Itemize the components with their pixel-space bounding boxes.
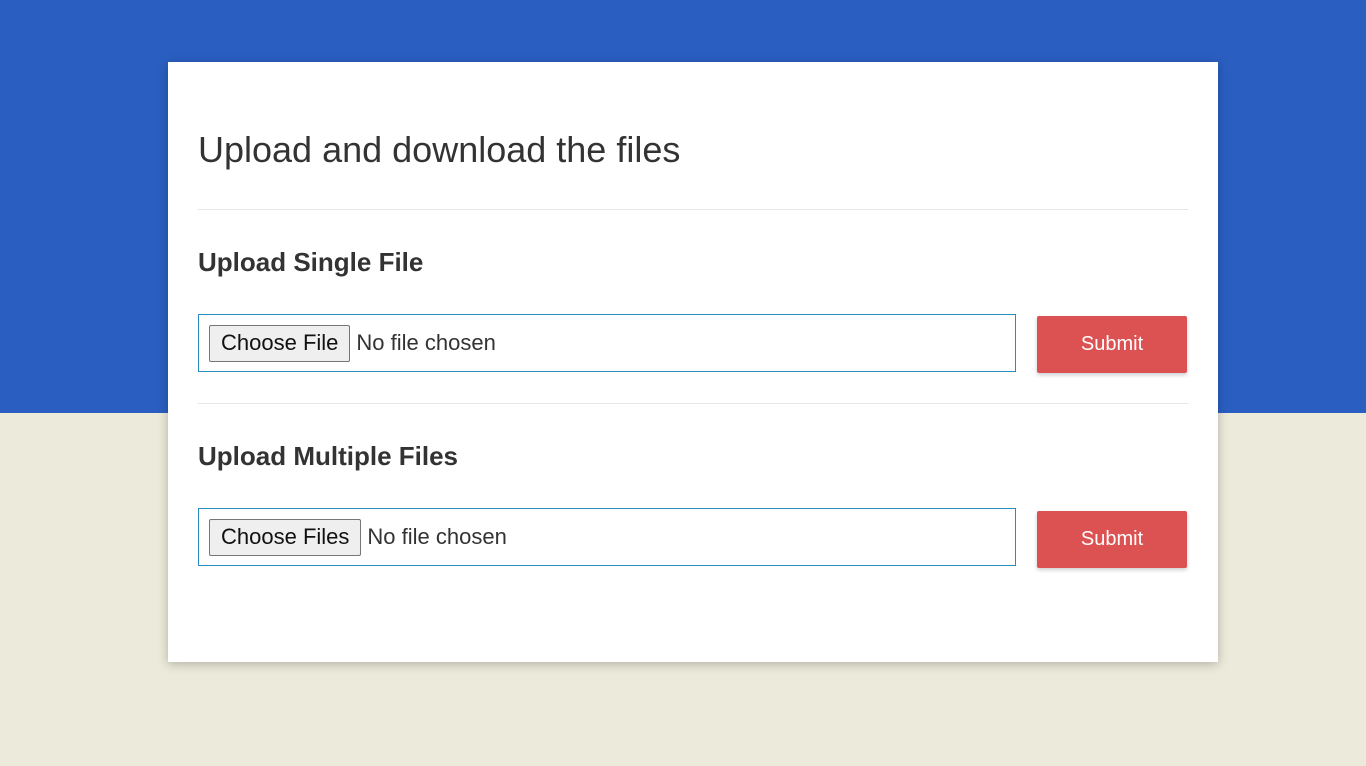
upload-card: Upload and download the files Upload Sin…: [168, 62, 1218, 662]
multiple-file-status: No file chosen: [367, 524, 507, 549]
single-file-status: No file chosen: [356, 330, 496, 355]
choose-file-button[interactable]: Choose File: [209, 324, 351, 362]
page-title: Upload and download the files: [198, 129, 681, 170]
section-divider: [198, 403, 1188, 404]
choose-files-button[interactable]: Choose Files: [209, 518, 362, 556]
single-submit-button[interactable]: Submit: [1037, 316, 1187, 373]
multiple-file-input[interactable]: Choose Files No file chosen: [198, 508, 1016, 566]
multiple-submit-button[interactable]: Submit: [1037, 511, 1187, 568]
title-divider: [198, 209, 1188, 210]
single-upload-heading: Upload Single File: [198, 247, 424, 277]
multiple-upload-heading: Upload Multiple Files: [198, 441, 459, 471]
single-file-input[interactable]: Choose File No file chosen: [198, 314, 1016, 372]
